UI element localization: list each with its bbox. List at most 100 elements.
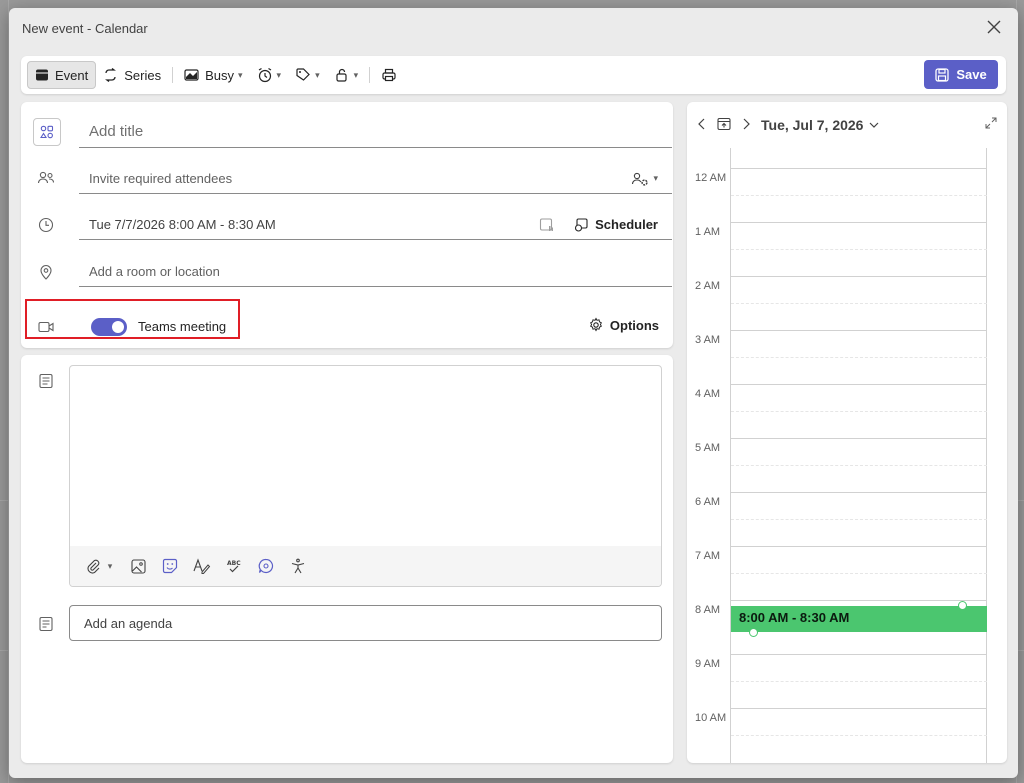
location-icon [36,262,56,282]
print-button[interactable] [374,61,404,89]
privacy-dropdown[interactable]: ▾ [327,61,366,89]
hour-row[interactable]: 9 AM [687,654,987,708]
today-calendar-icon [717,117,731,130]
datetime-value: Tue 7/7/2026 8:00 AM - 8:30 AM [89,217,276,232]
chevron-down-icon: ▾ [315,69,320,80]
date-picker-dropdown[interactable]: Tue, Jul 7, 2026 [761,117,879,133]
printer-icon [382,68,396,82]
prev-day-button[interactable] [697,118,707,133]
hour-label: 10 AM [695,712,727,724]
day-calendar-panel: Tue, Jul 7, 2026 12 AM 1 AM 2 AM 3 AM 4 AM 5 … [687,102,1007,763]
scheduler-group: Scheduler [539,217,658,233]
calendar-header: Tue, Jul 7, 2026 [687,102,1007,148]
expand-button[interactable] [985,117,997,132]
event-button[interactable]: Event [27,61,97,89]
save-label: Save [956,67,987,82]
teams-meeting-toggle[interactable] [91,318,127,336]
series-label: Series [124,67,162,83]
teams-meeting-row: Teams meeting Options [21,310,673,344]
title-input[interactable]: Add title [79,116,672,148]
image-icon [130,558,146,574]
insert-image-button[interactable] [128,556,148,576]
close-button[interactable] [984,17,1004,37]
calendar-date-label: Tue, Jul 7, 2026 [761,117,864,133]
event-icon-picker[interactable] [33,118,61,146]
hour-row[interactable]: 5 AM [687,438,987,492]
hour-label: 7 AM [695,550,721,562]
half-hour-line [731,465,987,466]
resize-handle-bottom[interactable] [749,628,758,637]
hour-line [731,654,987,655]
agenda-input[interactable]: Add an agenda [69,605,662,641]
hour-line [731,384,987,385]
busy-status-dropdown[interactable]: Busy ▾ [177,61,249,89]
tag-icon [296,68,310,81]
hour-label: 9 AM [695,658,721,670]
half-hour-line [731,357,987,358]
sticker-button[interactable] [160,556,180,576]
event-details-card: Add title Invite required attendees ▾ Tu… [21,102,673,348]
spellcheck-button[interactable]: ABC [224,556,244,576]
scheduler-icon [575,217,588,232]
hour-row[interactable]: 10 AM [687,708,987,762]
hour-row[interactable]: 1 AM [687,222,987,276]
save-icon [935,67,949,82]
accessibility-button[interactable] [288,556,308,576]
chevron-down-icon: ▾ [353,69,359,80]
format-text-button[interactable] [192,556,212,576]
next-day-button[interactable] [741,118,751,133]
half-hour-line [731,573,987,574]
scheduler-button[interactable]: Scheduler [595,217,658,232]
hour-label: 1 AM [695,226,721,238]
location-input[interactable]: Add a room or location [79,257,672,287]
calendar-availability-icon[interactable] [539,217,555,233]
hour-line [731,168,987,169]
draft-event-block[interactable]: 8:00 AM - 8:30 AM [731,601,987,637]
hour-line [731,492,987,493]
attach-button[interactable]: ▾ [82,556,116,576]
hour-row[interactable]: 6 AM [687,492,987,546]
chevron-down-icon: ▾ [276,69,282,80]
repeat-icon [105,68,117,82]
hour-line [731,546,987,547]
attendee-options-dropdown[interactable]: ▾ [631,171,658,187]
accessibility-icon [291,558,305,574]
save-button[interactable]: Save [924,60,998,89]
unlock-icon [336,68,347,82]
hour-line [731,600,987,601]
hour-row[interactable]: 4 AM [687,384,987,438]
sticker-icon [162,558,178,574]
attendees-input[interactable]: Invite required attendees ▾ [79,164,672,194]
shapes-icon [40,125,54,139]
hour-row[interactable]: 12 AM [687,168,987,222]
resize-handle-top[interactable] [958,601,967,610]
alarm-clock-icon [258,67,271,83]
category-dropdown[interactable]: ▾ [288,61,327,89]
event-label: Event [55,67,89,83]
close-icon [987,20,1001,34]
hour-line [731,438,987,439]
description-editor[interactable]: ▾ ABC [69,365,662,587]
toolbar-divider [172,67,174,83]
go-to-today-button[interactable] [717,117,731,134]
hour-row[interactable]: 7 AM [687,546,987,600]
hour-label: 4 AM [695,388,721,400]
dialog-title: New event - Calendar [22,20,148,36]
editor-toolbar: ▾ ABC [70,546,661,586]
half-hour-line [731,519,987,520]
chat-loop-icon [258,558,274,574]
hour-label: 5 AM [695,442,721,454]
series-button[interactable]: Series [96,61,168,89]
half-hour-line [731,681,987,682]
hour-row[interactable]: 3 AM [687,330,987,384]
datetime-field[interactable]: Tue 7/7/2026 8:00 AM - 8:30 AM Scheduler [79,210,672,240]
copilot-button[interactable] [256,556,276,576]
hour-line [731,330,987,331]
meeting-options-button[interactable]: Options [588,317,659,333]
hour-row[interactable]: 2 AM [687,276,987,330]
reminder-dropdown[interactable]: ▾ [250,61,289,89]
chevron-down-icon: ▾ [653,173,658,183]
people-settings-icon [632,172,649,186]
text-format-icon [193,558,211,574]
hour-label: 6 AM [695,496,721,508]
